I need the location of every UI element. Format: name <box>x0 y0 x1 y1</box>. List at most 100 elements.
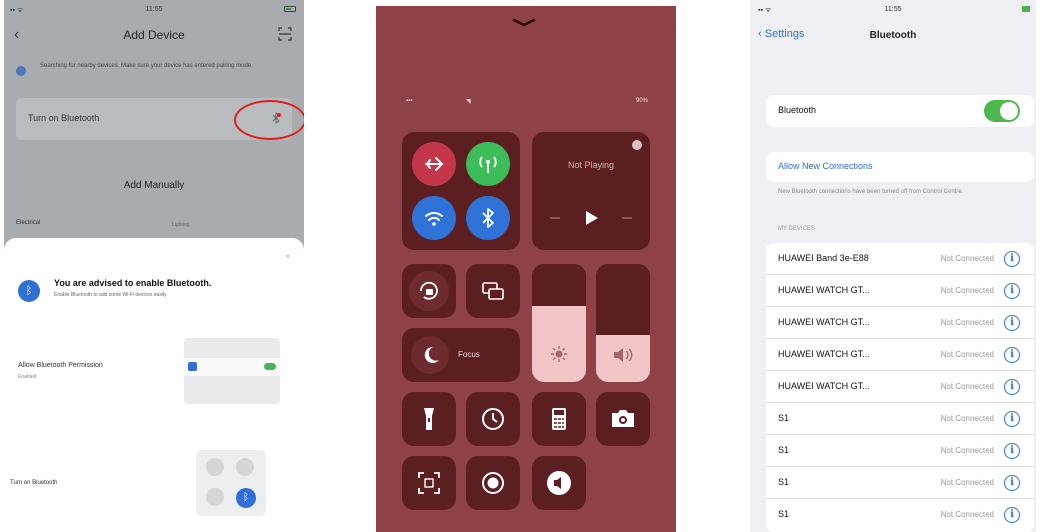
control-centre-screen: ▪▪▪ ◥ 90% Not Playing Focus <box>376 6 676 532</box>
allow-new-connections-row[interactable]: Allow New Connections <box>766 152 1034 182</box>
device-status: Not Connected <box>940 414 994 423</box>
device-row[interactable]: S1 Not Connected i <box>766 467 1034 499</box>
screen-mirroring-button[interactable] <box>466 264 520 318</box>
qr-scanner-icon <box>418 472 440 494</box>
search-notice: Searching for nearby devices. Make sure … <box>16 62 296 84</box>
device-row[interactable]: HUAWEI Band 3e-E88 Not Connected i <box>766 243 1034 275</box>
signal-icon: ▪▪▪ <box>406 98 413 104</box>
permission-label: Allow Bluetooth Permission <box>18 362 103 369</box>
add-manually-heading: Add Manually <box>123 180 185 191</box>
close-icon[interactable]: × <box>285 252 290 261</box>
info-icon[interactable]: i <box>1004 475 1020 491</box>
wifi-button[interactable] <box>412 196 456 240</box>
page-title: Add Device <box>123 28 185 42</box>
wifi-icon <box>425 212 443 226</box>
airplane-icon <box>425 157 444 171</box>
wifi-status-icon: ◥ <box>466 99 471 105</box>
flashlight-icon <box>424 408 434 430</box>
device-row[interactable]: S1 Not Connected i <box>766 499 1034 531</box>
bluetooth-icon: ᛒ <box>236 488 256 508</box>
brightness-slider[interactable] <box>532 264 586 382</box>
status-bar: ▪▪ ᯤ 11:55 <box>4 4 304 18</box>
device-list: HUAWEI Band 3e-E88 Not Connected i HUAWEI W… <box>766 243 1034 532</box>
chevron-down-icon[interactable] <box>512 18 536 28</box>
scan-icon[interactable] <box>278 27 292 41</box>
bluetooth-button[interactable] <box>466 196 510 240</box>
timer-button[interactable] <box>466 392 520 446</box>
volume-slider[interactable] <box>596 264 650 382</box>
now-playing-label: Not Playing <box>567 160 615 170</box>
screen-mirroring-icon <box>482 282 504 300</box>
info-dot-icon <box>16 66 26 76</box>
device-name: HUAWEI WATCH GT... <box>778 349 870 359</box>
airplay-icon[interactable] <box>632 140 642 150</box>
page-title: Bluetooth <box>869 30 917 41</box>
info-icon[interactable]: i <box>1004 283 1020 299</box>
airplane-mode-button[interactable] <box>412 142 456 186</box>
toggle-icon <box>264 363 276 370</box>
permission-illustration <box>184 338 280 404</box>
info-icon[interactable]: i <box>1004 347 1020 363</box>
info-icon[interactable]: i <box>1004 315 1020 331</box>
control-dot <box>206 458 224 476</box>
media-controls <box>550 211 632 225</box>
turn-on-bluetooth-label: Turn on Bluetooth <box>28 113 100 123</box>
device-status: Not Connected <box>940 382 994 391</box>
turn-on-illustration: ᛒ <box>196 450 266 516</box>
device-name: S1 <box>778 509 790 519</box>
status-time: 11:55 <box>884 6 902 13</box>
device-status: Not Connected <box>940 350 994 359</box>
device-status: Not Connected <box>940 510 994 519</box>
bluetooth-label: Bluetooth <box>778 105 817 115</box>
device-name: HUAWEI Band 3e-E88 <box>778 253 869 263</box>
device-status: Not Connected <box>940 286 994 295</box>
status-bar: ▪▪▪ ◥ 90% <box>376 98 676 108</box>
device-row[interactable]: S1 Not Connected i <box>766 435 1034 467</box>
battery-icon <box>1022 6 1030 12</box>
nav-bar: ‹ Add Device <box>4 26 304 46</box>
device-status: Not Connected <box>940 254 994 263</box>
sheet-title: You are advised to enable Bluetooth. <box>54 278 212 288</box>
permission-sub: Enabled <box>18 374 37 380</box>
sheet-subtitle: Enable Bluetooth to add some Wi-Fi devic… <box>54 292 167 298</box>
sheet-header: ᛒ You are advised to enable Bluetooth. E… <box>18 276 298 310</box>
control-dot <box>206 488 224 506</box>
device-row[interactable]: HUAWEI WATCH GT... Not Connected i <box>766 339 1034 371</box>
cellular-data-button[interactable] <box>466 142 510 186</box>
flashlight-button[interactable] <box>402 392 456 446</box>
bluetooth-settings-screen: ▪▪ ᯤ 11:55 ‹ Settings Bluetooth Bluetoot… <box>750 0 1036 532</box>
device-name: HUAWEI WATCH GT... <box>778 317 870 327</box>
code-scanner-button[interactable] <box>402 456 456 510</box>
camera-button[interactable] <box>596 392 650 446</box>
device-status: Not Connected <box>940 318 994 327</box>
device-row[interactable]: S1 Not Connected i <box>766 403 1034 435</box>
rotation-lock-button[interactable] <box>402 264 456 318</box>
focus-button[interactable]: Focus <box>402 328 520 382</box>
connectivity-tile <box>402 132 520 250</box>
info-icon[interactable]: i <box>1004 251 1020 267</box>
screen-record-button[interactable] <box>466 456 520 510</box>
calculator-button[interactable] <box>532 392 586 446</box>
rotation-lock-icon <box>409 271 449 311</box>
sound-recognition-button[interactable] <box>532 456 586 510</box>
device-name: HUAWEI WATCH GT... <box>778 285 870 295</box>
app-icon <box>188 362 197 371</box>
now-playing-tile[interactable]: Not Playing <box>532 132 650 250</box>
bluetooth-toggle[interactable] <box>984 100 1020 122</box>
info-icon[interactable]: i <box>1004 507 1020 523</box>
device-name: HUAWEI WATCH GT... <box>778 381 870 391</box>
bluetooth-icon: ᛒ <box>18 280 40 302</box>
device-row[interactable]: HUAWEI WATCH GT... Not Connected i <box>766 371 1034 403</box>
device-status: Not Connected <box>940 446 994 455</box>
section-header: MY DEVICES <box>778 226 815 232</box>
control-dot <box>236 458 254 476</box>
info-icon[interactable]: i <box>1004 411 1020 427</box>
camera-icon <box>612 410 634 427</box>
info-icon[interactable]: i <box>1004 443 1020 459</box>
device-name: S1 <box>778 477 790 487</box>
info-icon[interactable]: i <box>1004 379 1020 395</box>
bluetooth-toggle-row: Bluetooth <box>766 95 1034 127</box>
device-row[interactable]: HUAWEI WATCH GT... Not Connected i <box>766 307 1034 339</box>
category-label-right: Lighting <box>172 222 190 228</box>
device-row[interactable]: HUAWEI WATCH GT... Not Connected i <box>766 275 1034 307</box>
